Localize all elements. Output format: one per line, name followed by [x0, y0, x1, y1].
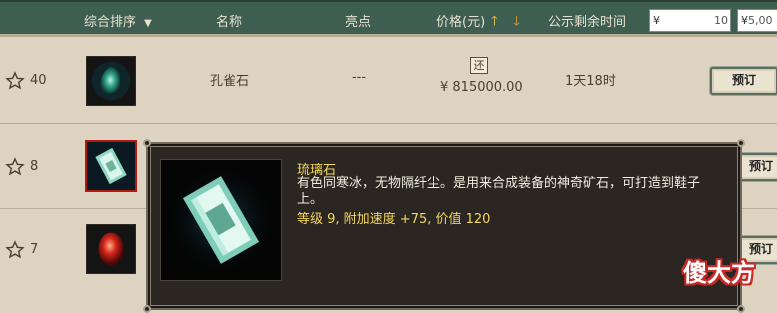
site-watermark: 傻大方	[683, 259, 755, 287]
price-min-input[interactable]	[660, 12, 728, 29]
item-tooltip: 琉璃石 有色同寒冰，无物隔纤尘。是用来合成装备的神奇矿石，可打造到鞋子上。 等级…	[143, 139, 745, 313]
tooltip-description: 有色同寒冰，无物隔纤尘。是用来合成装备的神奇矿石，可打造到鞋子上。	[297, 176, 701, 207]
reserve-button[interactable]: 预订	[736, 153, 777, 181]
item-name: 孔雀石	[210, 74, 250, 89]
time-left: 1天18时	[565, 74, 616, 89]
favorite-count: 40	[30, 73, 47, 88]
return-badge: 还	[470, 57, 488, 74]
reserve-button[interactable]: 预订	[710, 67, 777, 95]
glass-stone-icon[interactable]	[85, 140, 137, 192]
corner-ornament	[737, 139, 745, 147]
item-price: ¥ 815000.00	[440, 80, 523, 95]
column-header-price[interactable]: 价格(元)	[436, 11, 485, 30]
column-header-time-left: 公示剩余时间	[548, 15, 627, 30]
star-outline-icon[interactable]	[5, 71, 25, 91]
listing-row[interactable]: 40 孔雀石 --- 还 ¥ 815000.00 1天18时 预订	[0, 37, 777, 124]
price-max-input[interactable]	[748, 12, 777, 29]
item-highlight: ---	[352, 70, 367, 85]
glass-stone-icon	[160, 159, 282, 281]
corner-ornament	[143, 305, 151, 313]
peacock-stone-icon[interactable]	[86, 56, 136, 106]
arrow-down-icon[interactable]: 🡓	[513, 12, 520, 34]
sort-label: 综合排序	[84, 15, 137, 30]
tooltip-stats: 等级 9, 附加速度 +75, 价值 120	[297, 212, 491, 227]
price-min-field[interactable]: ¥	[649, 9, 731, 32]
corner-ornament	[737, 305, 745, 313]
favorite-count: 8	[30, 159, 39, 174]
red-gem-icon[interactable]	[86, 224, 136, 274]
star-outline-icon[interactable]	[5, 157, 25, 177]
sort-dropdown[interactable]: 综合排序 ▼	[84, 11, 152, 30]
star-outline-icon[interactable]	[5, 240, 25, 260]
arrow-up-icon[interactable]: 🡑	[491, 12, 498, 34]
sort-desc-triangle-icon: ▼	[144, 18, 152, 29]
market-table-header: 综合排序 ▼ 名称 亮点 价格(元) 🡑 🡓 公示剩余时间 ¥ ¥	[0, 0, 777, 37]
corner-ornament	[143, 139, 151, 147]
column-header-name: 名称	[216, 15, 243, 30]
column-header-highlight: 亮点	[345, 15, 372, 30]
currency-symbol: ¥	[741, 14, 748, 27]
currency-symbol: ¥	[653, 14, 660, 27]
favorite-count: 7	[30, 242, 39, 257]
price-max-field[interactable]: ¥	[737, 9, 777, 32]
